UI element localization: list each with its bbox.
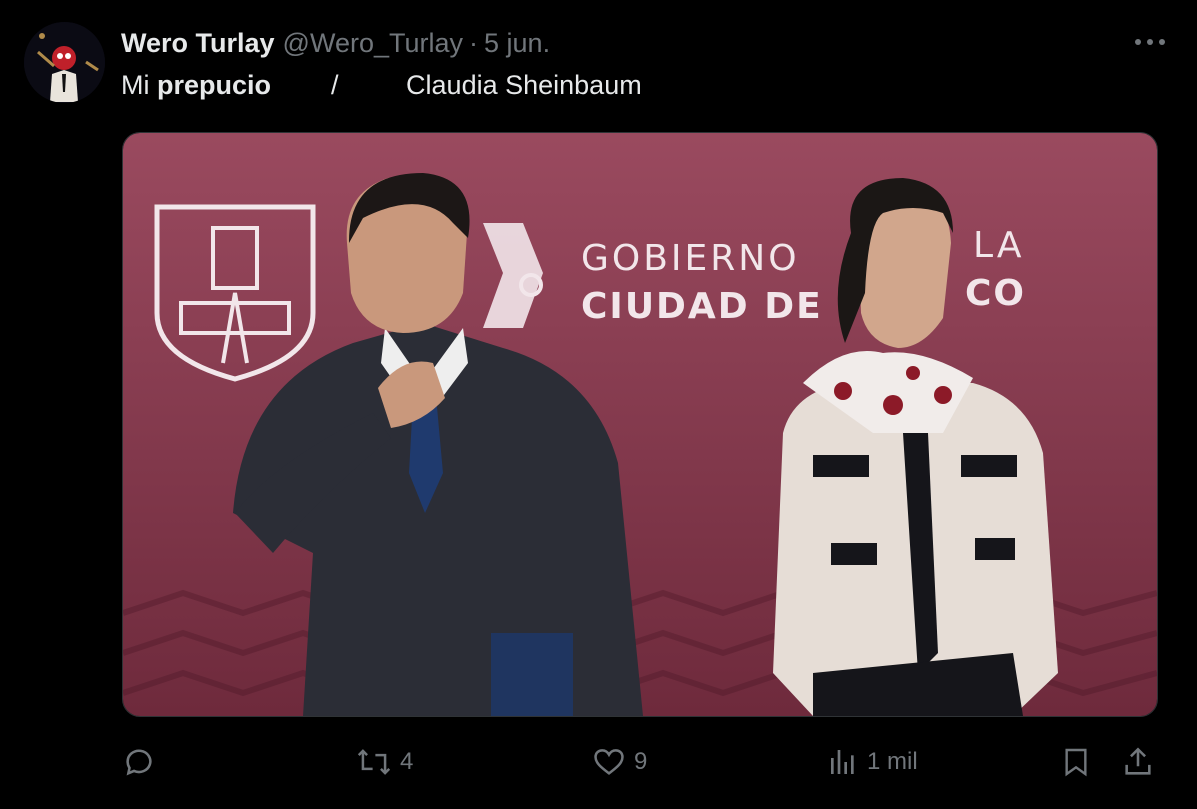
retweet-button[interactable]: 4: [356, 740, 413, 784]
views-count: 1 mil: [867, 748, 918, 775]
reply-icon: [126, 749, 152, 776]
tweet-photo[interactable]: GOBIERNO LA CIUDAD DE CO: [122, 132, 1158, 717]
share-icon: [1125, 747, 1151, 775]
author-name[interactable]: Wero Turlay: [121, 28, 275, 59]
like-icon: [594, 749, 624, 775]
tweet[interactable]: Wero Turlay @Wero_Turlay · 5 jun. Mi pre…: [0, 0, 1197, 809]
tweet-date[interactable]: 5 jun.: [484, 28, 550, 59]
reply-button[interactable]: [122, 740, 164, 784]
like-count: 9: [634, 748, 648, 775]
retweet-count: 4: [400, 748, 414, 775]
tweet-text-bold: prepucio: [157, 70, 272, 100]
avatar[interactable]: [24, 22, 105, 103]
retweet-icon: [357, 749, 391, 775]
tweet-actions: 4 9 1 mil: [0, 740, 1197, 784]
bookmark-button[interactable]: [1060, 740, 1092, 784]
tweet-header: Wero Turlay @Wero_Turlay · 5 jun.: [121, 26, 550, 60]
tweet-text: Mi prepucio / Claudia Sheinbaum: [121, 70, 642, 101]
bookmark-icon: [1065, 748, 1087, 777]
tweet-text-part1: Mi: [121, 70, 157, 100]
share-button[interactable]: [1121, 740, 1155, 784]
views-button[interactable]: 1 mil: [827, 740, 918, 784]
more-icon[interactable]: [1135, 34, 1165, 50]
backdrop-text-2: CIUDAD DE: [581, 286, 823, 327]
backdrop-text-1: GOBIERNO: [581, 238, 800, 279]
views-icon: [831, 750, 854, 774]
separator-dot: ·: [469, 27, 479, 58]
backdrop-text-1b: LA: [973, 225, 1025, 266]
tweet-text-part2: / Claudia Sheinbaum: [271, 70, 642, 100]
backdrop-text-2b: CO: [965, 273, 1026, 314]
like-button[interactable]: 9: [592, 740, 647, 784]
author-handle[interactable]: @Wero_Turlay: [283, 28, 463, 59]
